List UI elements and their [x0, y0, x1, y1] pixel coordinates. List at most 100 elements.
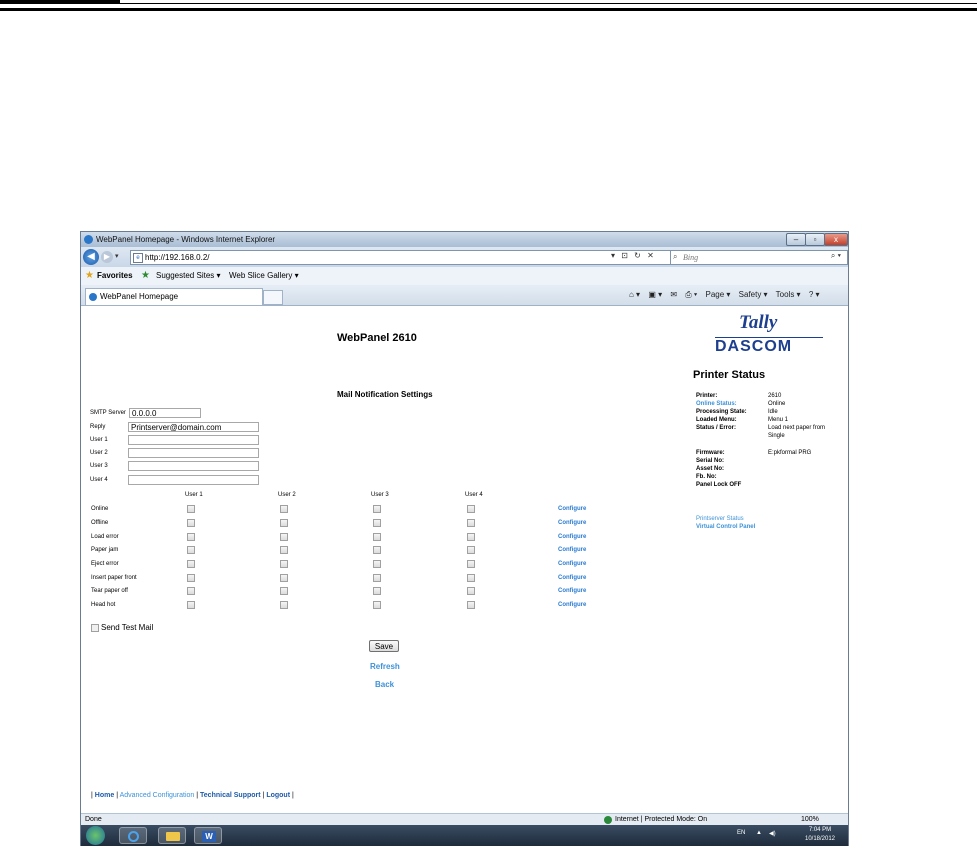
checkbox-paper-jam-user3[interactable]: [373, 546, 381, 554]
web-slice-gallery-button[interactable]: Web Slice Gallery ▾: [229, 267, 299, 285]
user3-email-input[interactable]: [128, 461, 259, 471]
checkbox-tear-paper-off-user2[interactable]: [280, 587, 288, 595]
add-favorite-icon[interactable]: ★: [141, 267, 150, 285]
smtp-server-input[interactable]: [129, 408, 201, 418]
checkbox-paper-jam-user2[interactable]: [280, 546, 288, 554]
forward-arrow-icon[interactable]: ▶: [101, 251, 113, 263]
favorites-button[interactable]: Favorites: [97, 267, 133, 285]
checkbox-load-error-user4[interactable]: [467, 533, 475, 541]
search-input[interactable]: [683, 251, 823, 263]
taskbar-ie-button[interactable]: [119, 827, 147, 844]
checkbox-online-user3[interactable]: [373, 505, 381, 513]
checkbox-paper-jam-user4[interactable]: [467, 546, 475, 554]
refresh-link[interactable]: Refresh: [370, 662, 400, 671]
mail-icon[interactable]: ✉: [670, 290, 677, 299]
suggested-sites-button[interactable]: Suggested Sites ▾: [156, 267, 221, 285]
clock[interactable]: 7:04 PM 10/18/2012: [797, 826, 843, 844]
checkbox-insert-paper-front-user1[interactable]: [187, 574, 195, 582]
home-link[interactable]: Home: [95, 792, 114, 799]
checkbox-insert-paper-front-user4[interactable]: [467, 574, 475, 582]
help-icon[interactable]: ? ▾: [809, 290, 820, 299]
address-tools[interactable]: ▾ ⊡ ↻ ✕: [611, 251, 656, 260]
configure-link-eject-error[interactable]: Configure: [558, 561, 586, 567]
checkbox-offline-user4[interactable]: [467, 519, 475, 527]
back-arrow-icon[interactable]: ◀: [83, 249, 99, 265]
checkbox-eject-error-user2[interactable]: [280, 560, 288, 568]
configure-link-offline[interactable]: Configure: [558, 520, 586, 526]
user1-label: User 1: [90, 437, 108, 443]
speaker-icon[interactable]: ◀): [769, 830, 776, 837]
row-label-head-hot: Head hot: [91, 602, 116, 608]
show-hidden-icons-icon[interactable]: ▲: [756, 830, 762, 836]
feeds-icon[interactable]: ▣ ▾: [648, 290, 662, 299]
checkbox-load-error-user3[interactable]: [373, 533, 381, 541]
home-icon[interactable]: ⌂ ▾: [629, 290, 640, 299]
checkbox-offline-user3[interactable]: [373, 519, 381, 527]
user2-email-input[interactable]: [128, 448, 259, 458]
checkbox-eject-error-user1[interactable]: [187, 560, 195, 568]
user4-email-input[interactable]: [128, 475, 259, 485]
checkbox-online-user1[interactable]: [187, 505, 195, 513]
tab-webpanel-homepage[interactable]: WebPanel Homepage: [85, 288, 263, 305]
checkbox-head-hot-user2[interactable]: [280, 601, 288, 609]
save-button[interactable]: Save: [369, 640, 399, 652]
configure-link-head-hot[interactable]: Configure: [558, 602, 586, 608]
url-input[interactable]: [145, 251, 685, 263]
technical-support-link[interactable]: Technical Support: [200, 792, 261, 799]
reply-input[interactable]: [128, 422, 259, 432]
taskbar-word-button[interactable]: W: [194, 827, 222, 844]
taskbar: W EN ▲ ◀) 7:04 PM 10/18/2012: [81, 825, 848, 846]
checkbox-eject-error-user3[interactable]: [373, 560, 381, 568]
new-tab-button[interactable]: [263, 290, 283, 305]
search-box[interactable]: ⌕ ⌕ ▾: [670, 250, 848, 265]
language-indicator[interactable]: EN: [737, 830, 745, 836]
back-link[interactable]: Back: [375, 680, 394, 689]
configure-link-insert-paper-front[interactable]: Configure: [558, 575, 586, 581]
send-test-mail-checkbox[interactable]: [91, 624, 99, 632]
checkbox-offline-user2[interactable]: [280, 519, 288, 527]
page-menu[interactable]: Page ▾: [706, 290, 731, 299]
configure-link-tear-paper-off[interactable]: Configure: [558, 588, 586, 594]
virtual-control-panel-link[interactable]: Virtual Control Panel: [696, 524, 755, 530]
title-bar[interactable]: WebPanel Homepage - Windows Internet Exp…: [81, 232, 848, 247]
search-go-icon[interactable]: ⌕ ▾: [831, 251, 841, 261]
clock-time: 7:04 PM: [808, 827, 832, 833]
checkbox-insert-paper-front-user3[interactable]: [373, 574, 381, 582]
logout-link[interactable]: Logout: [266, 792, 290, 799]
favorites-bar: ★ Favorites ★ Suggested Sites ▾ Web Slic…: [81, 267, 848, 286]
taskbar-explorer-button[interactable]: [158, 827, 186, 844]
online-status-link[interactable]: Online Status:: [696, 401, 737, 407]
checkbox-online-user4[interactable]: [467, 505, 475, 513]
checkbox-tear-paper-off-user4[interactable]: [467, 587, 475, 595]
close-button[interactable]: x: [824, 233, 848, 246]
checkbox-load-error-user2[interactable]: [280, 533, 288, 541]
maximize-button[interactable]: ▫: [805, 233, 825, 246]
minimize-button[interactable]: –: [786, 233, 806, 246]
configure-link-load-error[interactable]: Configure: [558, 534, 586, 540]
checkbox-insert-paper-front-user2[interactable]: [280, 574, 288, 582]
checkbox-online-user2[interactable]: [280, 505, 288, 513]
printserver-status-link[interactable]: Printserver Status: [696, 516, 744, 522]
column-header-user2: User 2: [278, 492, 296, 498]
advanced-configuration-link[interactable]: Advanced Configuration: [120, 792, 195, 799]
checkbox-tear-paper-off-user3[interactable]: [373, 587, 381, 595]
safety-menu[interactable]: Safety ▾: [739, 290, 768, 299]
user1-email-input[interactable]: [128, 435, 259, 445]
checkbox-head-hot-user1[interactable]: [187, 601, 195, 609]
tools-menu[interactable]: Tools ▾: [776, 290, 801, 299]
history-dropdown-icon[interactable]: ▾: [115, 252, 119, 260]
print-icon[interactable]: ⎙ ▾: [685, 290, 697, 299]
checkbox-tear-paper-off-user1[interactable]: [187, 587, 195, 595]
checkbox-head-hot-user4[interactable]: [467, 601, 475, 609]
url-box[interactable]: e: [130, 250, 694, 265]
checkbox-offline-user1[interactable]: [187, 519, 195, 527]
favorites-star-icon[interactable]: ★: [85, 267, 94, 285]
configure-link-online[interactable]: Configure: [558, 506, 586, 512]
configure-link-paper-jam[interactable]: Configure: [558, 547, 586, 553]
checkbox-head-hot-user3[interactable]: [373, 601, 381, 609]
checkbox-load-error-user1[interactable]: [187, 533, 195, 541]
reply-label: Reply: [90, 424, 106, 430]
checkbox-paper-jam-user1[interactable]: [187, 546, 195, 554]
start-button[interactable]: [86, 826, 105, 845]
checkbox-eject-error-user4[interactable]: [467, 560, 475, 568]
